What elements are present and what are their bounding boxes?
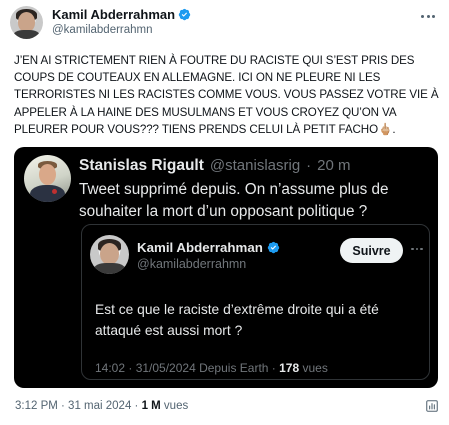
embedded-meta-prefix: 14:02 · 31/05/2024 Depuis Earth · <box>95 361 280 375</box>
embedded-name-block: Kamil Abderrahman @kamilabderrahmn <box>137 240 280 271</box>
quote-separator: · <box>306 157 312 174</box>
verified-badge-icon <box>178 8 191 21</box>
author-handle[interactable]: @kamilabderrahmn <box>52 24 191 36</box>
tweet-meta: 3:12 PM · 31 mai 2024 · 1 M vues <box>15 400 188 412</box>
views-label: vues <box>160 400 189 412</box>
tweet-text: J’EN AI STRICTEMENT RIEN À FOUTRE DU RAC… <box>14 54 439 136</box>
embedded-tweet-meta: 14:02 · 31/05/2024 Depuis Earth · 178 vu… <box>95 361 328 375</box>
embedded-views-label: vues <box>299 361 328 375</box>
embedded-tweet[interactable]: Kamil Abderrahman @kamilabderrahmn Suivr… <box>81 224 430 380</box>
more-options-icon[interactable] <box>411 245 425 253</box>
views-count: 1 M <box>141 400 161 412</box>
author-name-block: Kamil Abderrahman @kamilabderrahmn <box>52 7 191 36</box>
author-display-name[interactable]: Kamil Abderrahman <box>52 7 175 22</box>
verified-badge-icon <box>267 241 280 254</box>
quote-author-name[interactable]: Stanislas Rigault <box>79 157 204 175</box>
quote-text: Tweet supprimé depuis. On n’assume plus … <box>79 181 389 220</box>
embedded-author-avatar[interactable] <box>90 235 129 274</box>
author-avatar[interactable] <box>10 6 43 39</box>
quote-timestamp[interactable]: 20 m <box>317 157 350 174</box>
embedded-tweet-text: Est ce que le raciste d’extrême droite q… <box>95 302 379 338</box>
embedded-author-name[interactable]: Kamil Abderrahman <box>137 240 263 255</box>
quote-author-avatar[interactable] <box>24 155 71 202</box>
tweet-meta-prefix: 3:12 PM · 31 mai 2024 · <box>15 400 142 412</box>
view-stats-icon[interactable] <box>425 399 439 413</box>
follow-button[interactable]: Suivre <box>340 238 403 263</box>
quoted-tweet[interactable]: Stanislas Rigault @stanislasrig · 20 m T… <box>14 147 438 388</box>
quote-author-handle[interactable]: @stanislasrig <box>210 157 300 174</box>
embedded-author-handle[interactable]: @kamilabderrahmn <box>137 257 280 271</box>
embedded-views-count: 178 <box>279 361 300 375</box>
quote-header: Stanislas Rigault @stanislasrig · 20 m <box>79 157 351 175</box>
more-options-icon[interactable] <box>418 9 438 23</box>
tweet-header: Kamil Abderrahman @kamilabderrahmn <box>10 6 440 42</box>
